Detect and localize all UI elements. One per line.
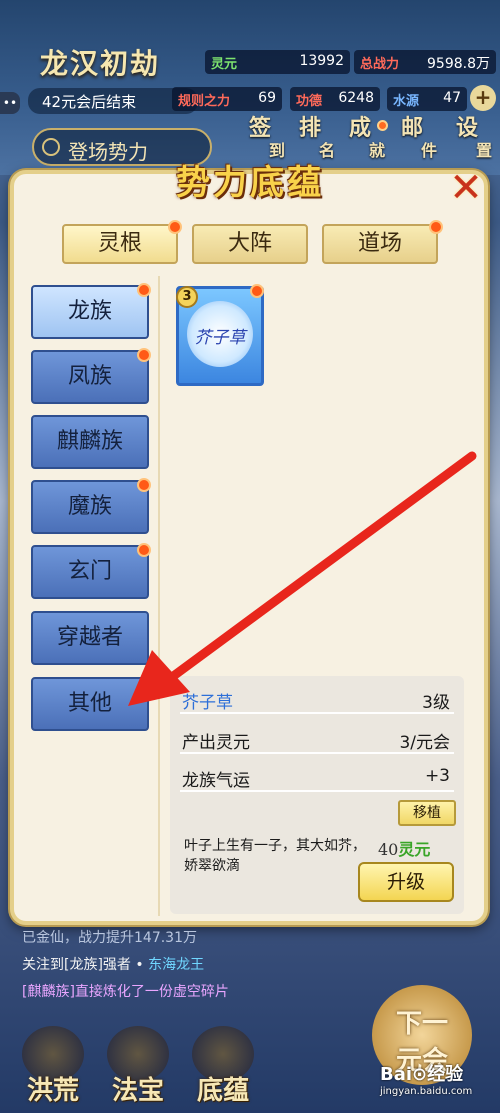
info-row-produce: 产出灵元 3/元会: [180, 722, 454, 754]
tab-daochang[interactable]: 道场: [322, 224, 438, 264]
notification-dot: [137, 543, 151, 557]
stat-label: 总战力: [360, 57, 400, 72]
stat-value: 13992: [299, 53, 344, 69]
tab-linggen[interactable]: 灵根: [62, 224, 178, 264]
notification-dot: [137, 478, 151, 492]
add-resource-button[interactable]: +: [470, 85, 496, 111]
close-icon[interactable]: ✕: [446, 168, 486, 208]
sidebar-item-chuanyuezhe[interactable]: 穿越者: [31, 611, 149, 665]
stat-label: 功德: [296, 94, 323, 109]
stat-label: 规则之力: [178, 94, 231, 109]
watermark-logo: Bai⊙经验 jingyan.baidu.com: [380, 1060, 495, 1108]
luck-value: +3: [424, 766, 450, 786]
item-name: 芥子草: [182, 693, 233, 713]
cost-number: 40: [378, 840, 399, 859]
stat-value: 47: [443, 90, 461, 106]
upgrade-cost: 40灵元: [378, 836, 458, 860]
divider: [158, 276, 160, 916]
menu-label: 置: [475, 141, 492, 160]
notification-dot: [137, 348, 151, 362]
notification-dot: [137, 283, 151, 297]
menu-label: 排: [298, 116, 321, 141]
faction-button-label: 登场势力: [68, 140, 148, 164]
item-level-badge: 3: [176, 286, 198, 308]
chat-line: [麒麟族]直接炼化了一份虚空碎片: [22, 984, 229, 1000]
luck-label: 龙族气运: [182, 771, 250, 791]
sidebar-item-fengzu[interactable]: 凤族: [31, 350, 149, 404]
menu-label: 邮: [400, 116, 423, 141]
stat-value: 6248: [338, 90, 374, 106]
stat-water-source: 水源 47: [387, 87, 467, 111]
stat-value: 9598.8万: [427, 56, 490, 72]
chat-log: 已金仙，战力提升147.31万 关注到[龙族]强者 • 东海龙王 [麒麟族]直接…: [10, 925, 390, 1015]
sidebar-item-longzu[interactable]: 龙族: [31, 285, 149, 339]
stat-merit: 功德 6248: [290, 87, 380, 111]
sidebar-item-mozu[interactable]: 魔族: [31, 480, 149, 534]
mail-button[interactable]: 邮 件: [387, 118, 437, 168]
settings-button[interactable]: 设 置: [442, 118, 492, 168]
stat-label: 灵元: [211, 57, 238, 72]
panel-tabs: 灵根 大阵 道场: [26, 212, 476, 272]
info-row-name: 芥子草 3级: [180, 682, 454, 714]
sidebar-item-qilinzu[interactable]: 麒麟族: [31, 415, 149, 469]
item-card-jiezicao[interactable]: 芥子草 3: [176, 286, 264, 386]
sidebar-item-qita[interactable]: 其他: [31, 677, 149, 731]
stat-lingyuan: 灵元 13992: [205, 50, 350, 74]
notification-dot: [429, 220, 443, 234]
next-label: 下一: [395, 1009, 448, 1039]
top-hud: 龙汉初劫 •• 42元会后结束 灵元 13992 总战力 9598.8万 规则之…: [0, 0, 500, 175]
item-description: 叶子上生有一子，其大如芥，娇翠欲滴: [184, 838, 366, 874]
faction-icon: [42, 138, 60, 156]
notification-dot: [168, 220, 182, 234]
watermark-sub: jingyan.baidu.com: [380, 1086, 473, 1097]
menu-icon[interactable]: ••: [0, 92, 20, 114]
nav-label: 底蕴: [196, 1076, 249, 1106]
item-level: 3级: [422, 693, 450, 713]
info-row-luck: 龙族气运 +3: [180, 760, 454, 792]
menu-label: 设: [455, 116, 478, 141]
nav-diyun[interactable]: 底蕴: [178, 1020, 268, 1113]
cost-unit: 灵元: [398, 840, 431, 859]
nav-fabao[interactable]: 法宝: [93, 1020, 183, 1113]
watermark-main: Bai⊙经验: [380, 1064, 464, 1085]
chat-line: 关注到[龙族]强者 • 东海龙王: [22, 954, 204, 976]
tab-dazhen[interactable]: 大阵: [192, 224, 308, 264]
transplant-button[interactable]: 移植: [398, 800, 456, 826]
notification-dot: [250, 284, 264, 298]
menu-label: 签: [248, 116, 271, 141]
stat-value: 69: [258, 90, 276, 106]
nav-label: 法宝: [111, 1076, 164, 1106]
upgrade-button[interactable]: 升级: [358, 862, 454, 902]
menu-label: 件: [420, 141, 437, 160]
stat-label: 水源: [393, 94, 420, 109]
stat-rule-power: 规则之力 69: [172, 87, 282, 111]
item-info-box: 芥子草 3级 产出灵元 3/元会 龙族气运 +3 移植 叶子上生有一子，其大如芥…: [170, 676, 464, 914]
chat-text: 关注到[龙族]强者 •: [22, 957, 149, 973]
chat-highlight: 东海龙王: [148, 957, 205, 973]
stat-total-power: 总战力 9598.8万: [354, 50, 496, 74]
produce-value: 3/元会: [399, 733, 450, 753]
chat-line: 已金仙，战力提升147.31万: [22, 930, 197, 946]
sidebar-item-xuanmen[interactable]: 玄门: [31, 545, 149, 599]
item-card-name: 芥子草: [194, 328, 246, 348]
nav-label: 洪荒: [26, 1076, 79, 1106]
produce-label: 产出灵元: [182, 733, 250, 753]
nav-honghuang[interactable]: 洪荒: [8, 1020, 98, 1113]
panel-title: 势力底蕴: [176, 163, 324, 203]
game-title: 龙汉初劫: [40, 47, 161, 80]
